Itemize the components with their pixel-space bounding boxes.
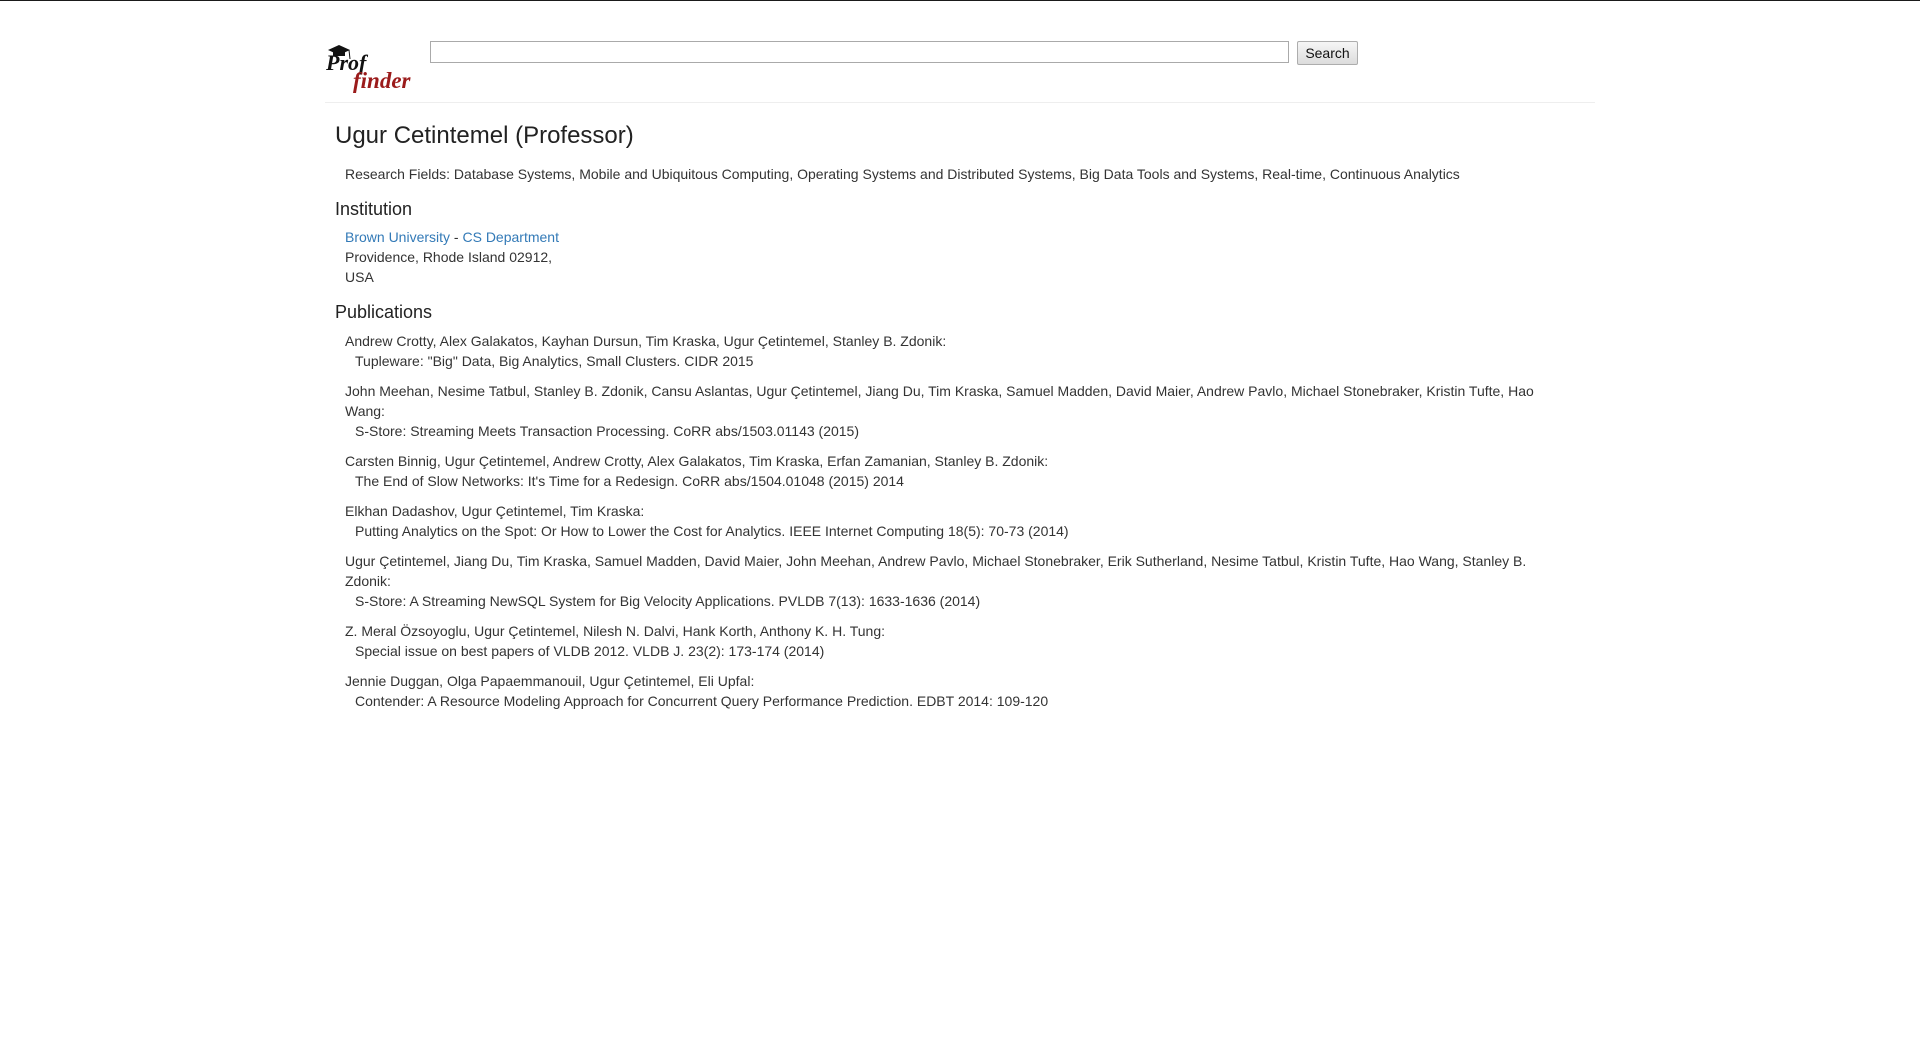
publication-authors: Carsten Binnig, Ugur Çetintemel, Andrew … bbox=[345, 453, 1049, 469]
proffinder-logo[interactable]: Prof finder bbox=[325, 40, 430, 100]
institution-block: Brown University - CS Department Provide… bbox=[345, 227, 1595, 287]
address-line-1: Providence, Rhode Island 02912, bbox=[345, 249, 553, 265]
publication-title: Contender: A Resource Modeling Approach … bbox=[355, 693, 1049, 709]
publication-item: John Meehan, Nesime Tatbul, Stanley B. Z… bbox=[345, 381, 1555, 441]
institution-heading: Institution bbox=[335, 199, 413, 219]
publication-authors: Jennie Duggan, Olga Papaemmanouil, Ugur … bbox=[345, 673, 755, 689]
professor-name: Ugur Cetintemel (Professor) bbox=[335, 122, 634, 149]
publications-list: Andrew Crotty, Alex Galakatos, Kayhan Du… bbox=[345, 331, 1555, 711]
publication-authors: John Meehan, Nesime Tatbul, Stanley B. Z… bbox=[345, 383, 1534, 419]
publication-item: Ugur Çetintemel, Jiang Du, Tim Kraska, S… bbox=[345, 551, 1555, 611]
publication-authors: Z. Meral Özsoyoglu, Ugur Çetintemel, Nil… bbox=[345, 623, 885, 639]
institution-separator: - bbox=[450, 229, 463, 245]
publication-title: S-Store: A Streaming NewSQL System for B… bbox=[355, 593, 981, 609]
publication-authors: Ugur Çetintemel, Jiang Du, Tim Kraska, S… bbox=[345, 553, 1527, 589]
profile-content: Ugur Cetintemel (Professor) Research Fie… bbox=[335, 118, 1595, 721]
search-button[interactable]: Search bbox=[1297, 41, 1358, 65]
publication-item: Elkhan Dadashov, Ugur Çetintemel, Tim Kr… bbox=[345, 501, 1555, 541]
university-link[interactable]: Brown University bbox=[345, 229, 450, 245]
top-border-line bbox=[0, 0, 1920, 1]
publication-title: Putting Analytics on the Spot: Or How to… bbox=[355, 523, 1069, 539]
publication-title: Special issue on best papers of VLDB 201… bbox=[355, 643, 825, 659]
publication-authors: Andrew Crotty, Alex Galakatos, Kayhan Du… bbox=[345, 333, 947, 349]
publication-title: Tupleware: "Big" Data, Big Analytics, Sm… bbox=[355, 353, 754, 369]
research-fields: Research Fields: Database Systems, Mobil… bbox=[345, 166, 1460, 182]
header-bar: Prof finder Search bbox=[325, 34, 1595, 103]
publication-item: Jennie Duggan, Olga Papaemmanouil, Ugur … bbox=[345, 671, 1555, 711]
publication-title: S-Store: Streaming Meets Transaction Pro… bbox=[355, 423, 859, 439]
publication-item: Andrew Crotty, Alex Galakatos, Kayhan Du… bbox=[345, 331, 1555, 371]
department-link[interactable]: CS Department bbox=[462, 229, 558, 245]
logo-text-finder: finder bbox=[353, 68, 412, 93]
publication-title: The End of Slow Networks: It's Time for … bbox=[355, 473, 904, 489]
publication-authors: Elkhan Dadashov, Ugur Çetintemel, Tim Kr… bbox=[345, 503, 645, 519]
search-input[interactable] bbox=[430, 41, 1289, 63]
publication-item: Carsten Binnig, Ugur Çetintemel, Andrew … bbox=[345, 451, 1555, 491]
publications-heading: Publications bbox=[335, 302, 433, 322]
publication-item: Z. Meral Özsoyoglu, Ugur Çetintemel, Nil… bbox=[345, 621, 1555, 661]
address-line-2: USA bbox=[345, 269, 374, 285]
institution-links: Brown University - CS Department bbox=[345, 227, 1595, 247]
